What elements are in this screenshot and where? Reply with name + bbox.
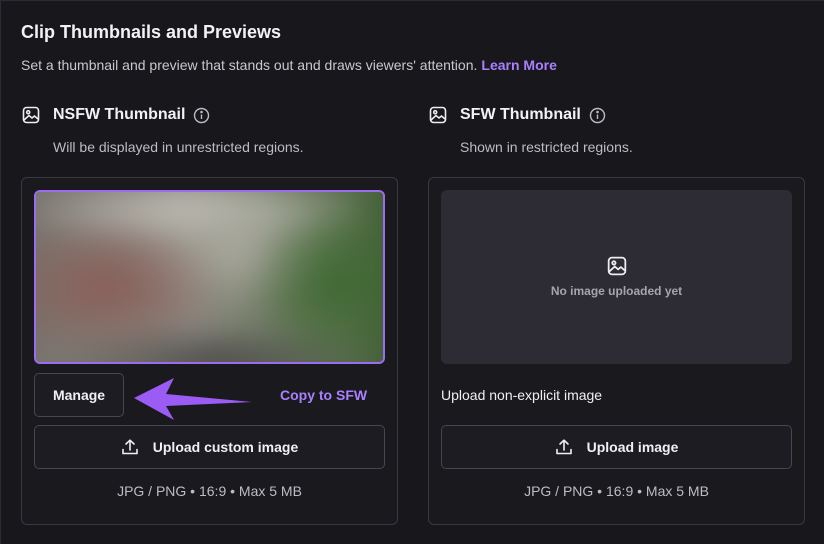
image-icon: [607, 256, 626, 276]
sfw-thumbnail-placeholder[interactable]: No image uploaded yet: [441, 190, 792, 364]
upload-custom-image-button[interactable]: Upload custom image: [34, 425, 385, 469]
upload-icon: [555, 439, 572, 455]
sfw-thumbnail-title: SFW Thumbnail: [460, 106, 581, 123]
sfw-format-hint: JPG / PNG • 16:9 • Max 5 MB: [524, 483, 709, 499]
upload-icon: [121, 439, 138, 455]
manage-button[interactable]: Manage: [34, 373, 124, 417]
section-title: Clip Thumbnails and Previews: [21, 22, 282, 42]
info-icon[interactable]: [589, 107, 606, 124]
nsfw-thumbnail-header: NSFW Thumbnail: [22, 106, 210, 124]
top-divider: [0, 0, 824, 3]
image-icon: [429, 106, 447, 124]
upload-image-label: Upload image: [586, 439, 679, 455]
left-divider: [0, 0, 1, 544]
learn-more-link[interactable]: Learn More: [481, 57, 556, 73]
blurred-thumbnail-image: [36, 192, 383, 362]
section-description: Set a thumbnail and preview that stands …: [21, 57, 557, 73]
upload-image-button[interactable]: Upload image: [441, 425, 792, 469]
info-icon[interactable]: [193, 107, 210, 124]
upload-custom-image-label: Upload custom image: [152, 439, 299, 455]
sfw-thumbnail-header: SFW Thumbnail: [429, 106, 606, 124]
arrow-annotation: [134, 378, 252, 420]
nsfw-format-hint: JPG / PNG • 16:9 • Max 5 MB: [117, 483, 302, 499]
nsfw-thumbnail-title: NSFW Thumbnail: [53, 106, 186, 123]
copy-to-sfw-button[interactable]: Copy to SFW: [280, 387, 367, 403]
image-icon: [22, 106, 40, 124]
no-image-text: No image uploaded yet: [550, 284, 683, 298]
nsfw-thumbnail-subtitle: Will be displayed in unrestricted region…: [53, 139, 304, 155]
sfw-thumbnail-subtitle: Shown in restricted regions.: [460, 139, 633, 155]
nsfw-thumbnail-preview[interactable]: [34, 190, 385, 364]
sfw-upload-label: Upload non-explicit image: [441, 387, 603, 403]
section-description-text: Set a thumbnail and preview that stands …: [21, 57, 478, 73]
